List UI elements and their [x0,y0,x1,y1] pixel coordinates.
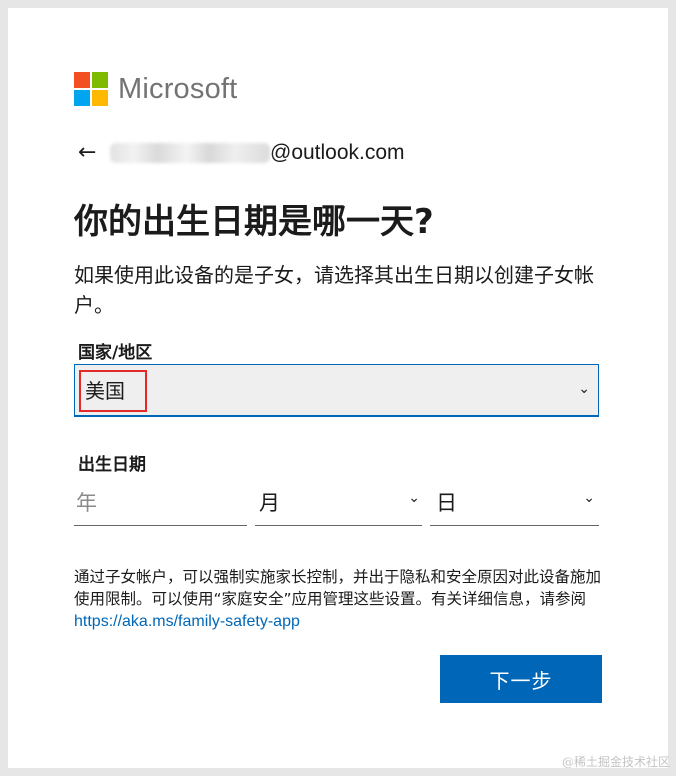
logo-text: Microsoft [118,72,238,105]
signup-card: Microsoft ← @outlook.com 你的出生日期是哪一天? 如果使… [8,8,668,768]
redacted-username [110,143,270,163]
year-input[interactable]: 年 [74,486,247,526]
month-select[interactable]: 月 ⌄ [255,486,422,526]
country-selected-value: 美国 [79,370,147,412]
page-description: 如果使用此设备的是子女，请选择其出生日期以创建子女帐户。 [74,263,594,317]
arrow-left-icon[interactable]: ← [78,140,104,166]
day-select[interactable]: 日 ⌄ [430,486,599,526]
page-title: 你的出生日期是哪一天? [74,202,434,242]
year-placeholder: 年 [76,491,97,515]
family-safety-link[interactable]: https://aka.ms/family-safety-app [74,613,300,630]
watermark: @稀土掘金技术社区 [561,755,670,769]
month-placeholder: 月 [259,491,280,515]
country-label: 国家/地区 [78,343,153,363]
next-button[interactable]: 下一步 [440,655,602,703]
day-placeholder: 日 [436,491,457,515]
email-suffix: @outlook.com [270,141,405,164]
microsoft-logo-icon [74,72,108,106]
chevron-down-icon: ⌄ [578,381,590,397]
country-select[interactable]: 美国 ⌄ [74,364,599,417]
chevron-down-icon: ⌄ [583,490,595,506]
notice-text: 通过子女帐户，可以强制实施家长控制，并出于隐私和安全原因对此设备施加使用限制。可… [74,568,602,608]
account-row: ← @outlook.com [78,140,405,166]
chevron-down-icon: ⌄ [408,490,420,506]
microsoft-logo: Microsoft [74,72,237,106]
family-notice: 通过子女帐户，可以强制实施家长控制，并出于隐私和安全原因对此设备施加使用限制。可… [74,566,614,633]
birthdate-label: 出生日期 [78,455,146,475]
